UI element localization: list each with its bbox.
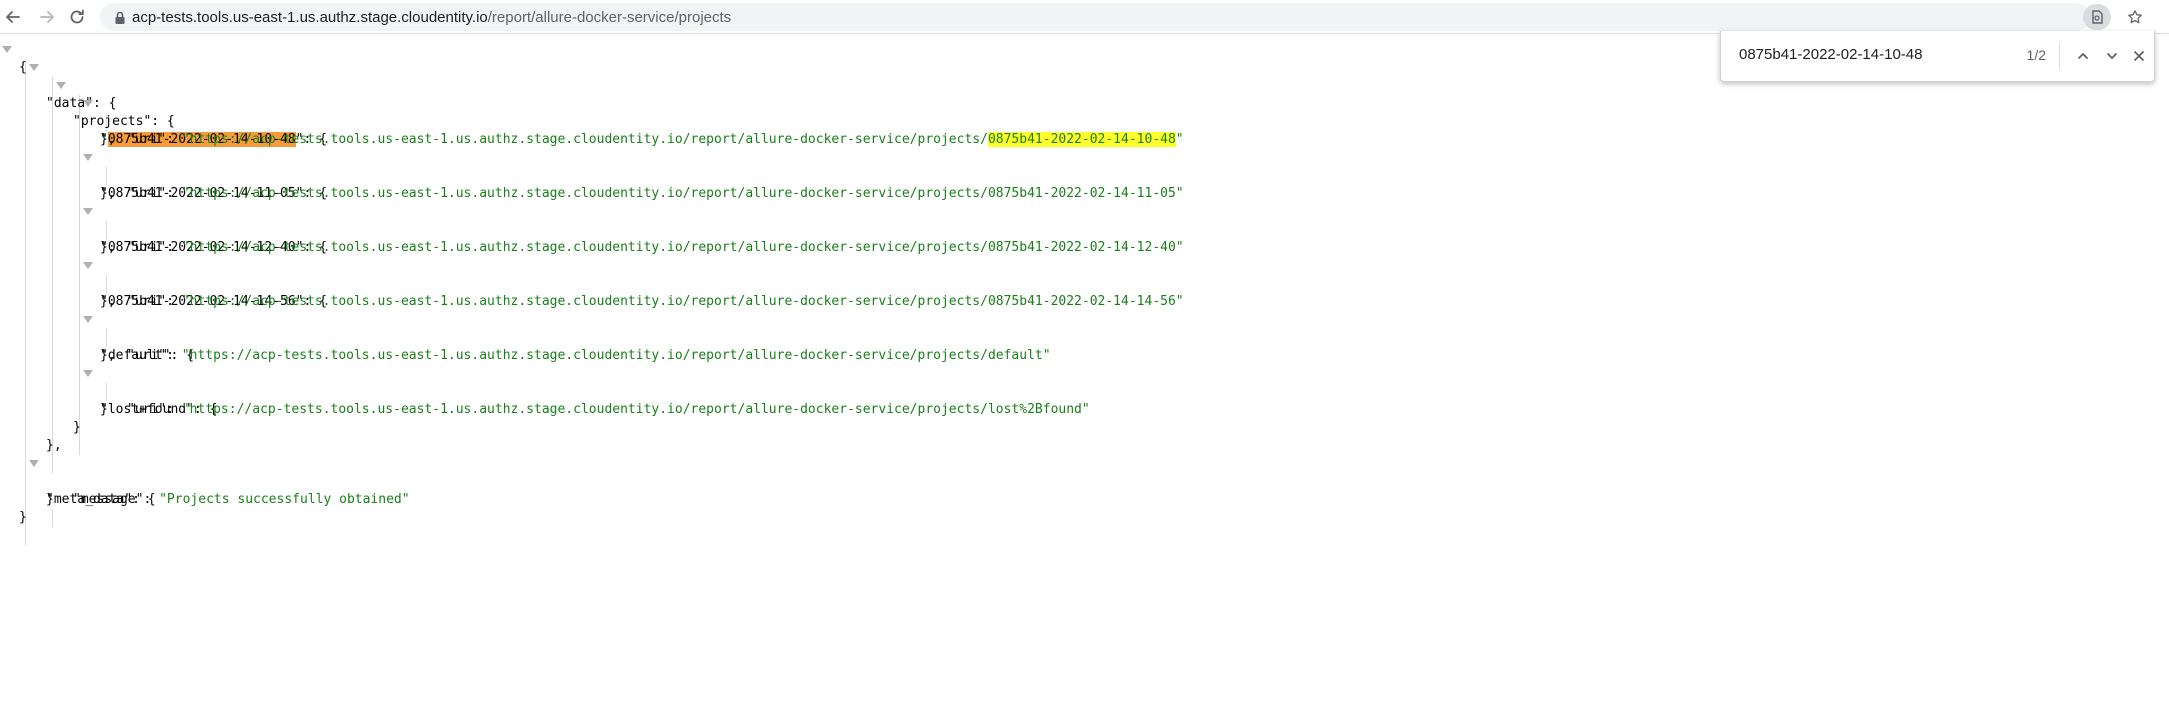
- json-brace: }: [19, 510, 27, 525]
- json-line: "uri": "https://acp-tests.tools.us-east-…: [127, 294, 1184, 309]
- json-line: "uri": "https://acp-tests.tools.us-east-…: [127, 240, 1184, 255]
- json-line: },: [100, 348, 116, 363]
- collapse-toggle-project[interactable]: [83, 154, 93, 161]
- find-match-count: 1/2: [2026, 47, 2046, 63]
- indent-guide: [79, 95, 80, 455]
- json-line: "0875b41-2022-02-14-14-56": {: [0, 257, 327, 309]
- collapse-toggle-meta-data[interactable]: [29, 460, 39, 467]
- indent-guide: [106, 167, 107, 185]
- json-key-uri: "uri": [127, 402, 167, 417]
- collapse-toggle-data[interactable]: [29, 64, 39, 71]
- forward-button[interactable]: [34, 4, 60, 30]
- json-line: {: [0, 41, 31, 75]
- json-line: "uri": "https://acp-tests.tools.us-east-…: [127, 402, 1090, 417]
- json-line: "lost+found": {: [0, 365, 217, 417]
- json-key-uri: "uri": [127, 348, 167, 363]
- collapse-toggle-project[interactable]: [83, 208, 93, 215]
- browser-toolbar: acp-tests.tools.us-east-1.us.authz.stage…: [0, 0, 2169, 34]
- find-separator: [2059, 43, 2060, 69]
- star-icon: [2128, 10, 2142, 24]
- find-bar: 1/2: [1720, 31, 2155, 82]
- lock-icon: [115, 11, 125, 24]
- back-button[interactable]: [0, 4, 26, 30]
- json-key-uri: "uri": [127, 132, 167, 147]
- close-icon: [2134, 51, 2144, 61]
- json-uri-prefix: https://acp-tests.tools.us-east-1.us.aut…: [189, 294, 988, 309]
- address-bar[interactable]: acp-tests.tools.us-east-1.us.authz.stage…: [100, 3, 2090, 31]
- find-previous-button[interactable]: [2071, 44, 2095, 68]
- json-line: "uri": "https://acp-tests.tools.us-east-…: [127, 348, 1051, 363]
- json-viewer: { "data": { "projects": { "0875b41-2022-…: [0, 41, 1184, 545]
- find-next-button[interactable]: [2100, 44, 2124, 68]
- indent-guide: [106, 383, 107, 401]
- indent-guide: [106, 275, 107, 293]
- chevron-up-icon: [2078, 53, 2088, 59]
- json-uri-suffix: lost%2Bfound: [987, 402, 1082, 417]
- indent-guide: [52, 77, 53, 473]
- json-line: "projects": {: [0, 77, 175, 129]
- json-uri-prefix: https://acp-tests.tools.us-east-1.us.aut…: [189, 402, 988, 417]
- toolbar-right-actions: [2083, 4, 2149, 30]
- url-path: /report/allure-docker-service/projects: [487, 9, 732, 26]
- reload-button[interactable]: [64, 4, 90, 30]
- json-uri-suffix: 0875b41-2022-02-14-12-40: [987, 240, 1176, 255]
- json-line: "0875b41-2022-02-14-12-40": {: [0, 203, 327, 255]
- forward-arrow-icon: [40, 11, 54, 23]
- json-line: },: [100, 294, 116, 309]
- json-line: }: [46, 492, 54, 507]
- collapse-toggle-project[interactable]: [83, 262, 93, 269]
- collapse-toggle-project[interactable]: [83, 370, 93, 377]
- json-line: },: [100, 240, 116, 255]
- collapse-toggle-project[interactable]: [83, 316, 93, 323]
- indent-guide: [106, 221, 107, 239]
- find-input[interactable]: [1737, 45, 1991, 64]
- json-line: "uri": "https://acp-tests.tools.us-east-…: [127, 132, 1184, 147]
- json-key-projects: "projects": [73, 114, 152, 129]
- json-line: }: [73, 420, 81, 435]
- json-line: },: [100, 132, 116, 147]
- json-uri-prefix: https://acp-tests.tools.us-east-1.us.aut…: [189, 186, 988, 201]
- indent-guide: [52, 509, 53, 527]
- json-uri-suffix: default: [987, 348, 1043, 363]
- collapse-toggle-project[interactable]: [83, 100, 93, 107]
- bookmark-button[interactable]: [2121, 4, 2149, 30]
- json-uri-prefix: https://acp-tests.tools.us-east-1.us.aut…: [189, 240, 988, 255]
- find-in-page-button[interactable]: [2083, 4, 2111, 30]
- json-line: "meta_data": {: [0, 455, 156, 507]
- json-uri-suffix: 0875b41-2022-02-14-11-05: [987, 186, 1176, 201]
- json-line: "data": {: [0, 59, 116, 111]
- json-key-uri: "uri": [127, 240, 167, 255]
- json-line: "uri": "https://acp-tests.tools.us-east-…: [127, 186, 1184, 201]
- json-key-uri: "uri": [127, 186, 167, 201]
- json-line: "message": "Projects successfully obtain…: [73, 492, 410, 507]
- url-host: acp-tests.tools.us-east-1.us.authz.stage…: [132, 9, 488, 26]
- find-close-button[interactable]: [2127, 44, 2151, 68]
- json-uri-prefix: https://acp-tests.tools.us-east-1.us.aut…: [189, 348, 988, 363]
- chevron-down-icon: [2107, 53, 2117, 59]
- page-search-icon: [2092, 10, 2103, 24]
- collapse-toggle-projects[interactable]: [56, 82, 66, 89]
- reload-icon: [70, 9, 84, 24]
- indent-guide: [106, 329, 107, 347]
- back-arrow-icon: [6, 11, 20, 23]
- json-line: "0875b41-2022-02-14-11-05": {: [0, 149, 327, 201]
- json-uri-suffix: 0875b41-2022-02-14-10-48: [987, 132, 1176, 147]
- json-line: },: [100, 186, 116, 201]
- json-line: },: [46, 438, 62, 453]
- json-line: }: [0, 509, 31, 527]
- json-key-uri: "uri": [127, 294, 167, 309]
- json-uri-prefix: https://acp-tests.tools.us-east-1.us.aut…: [189, 132, 988, 147]
- json-key-message: "message": [73, 492, 144, 507]
- json-line: "default": {: [0, 311, 194, 363]
- json-message-value: "Projects successfully obtained": [159, 492, 410, 507]
- json-uri-suffix: 0875b41-2022-02-14-14-56: [987, 294, 1176, 309]
- json-line: "0875b41-2022-02-14-10-48": {: [0, 95, 327, 147]
- json-line: }: [100, 402, 108, 417]
- url-text: acp-tests.tools.us-east-1.us.authz.stage…: [132, 9, 731, 26]
- collapse-toggle-root[interactable]: [2, 46, 12, 53]
